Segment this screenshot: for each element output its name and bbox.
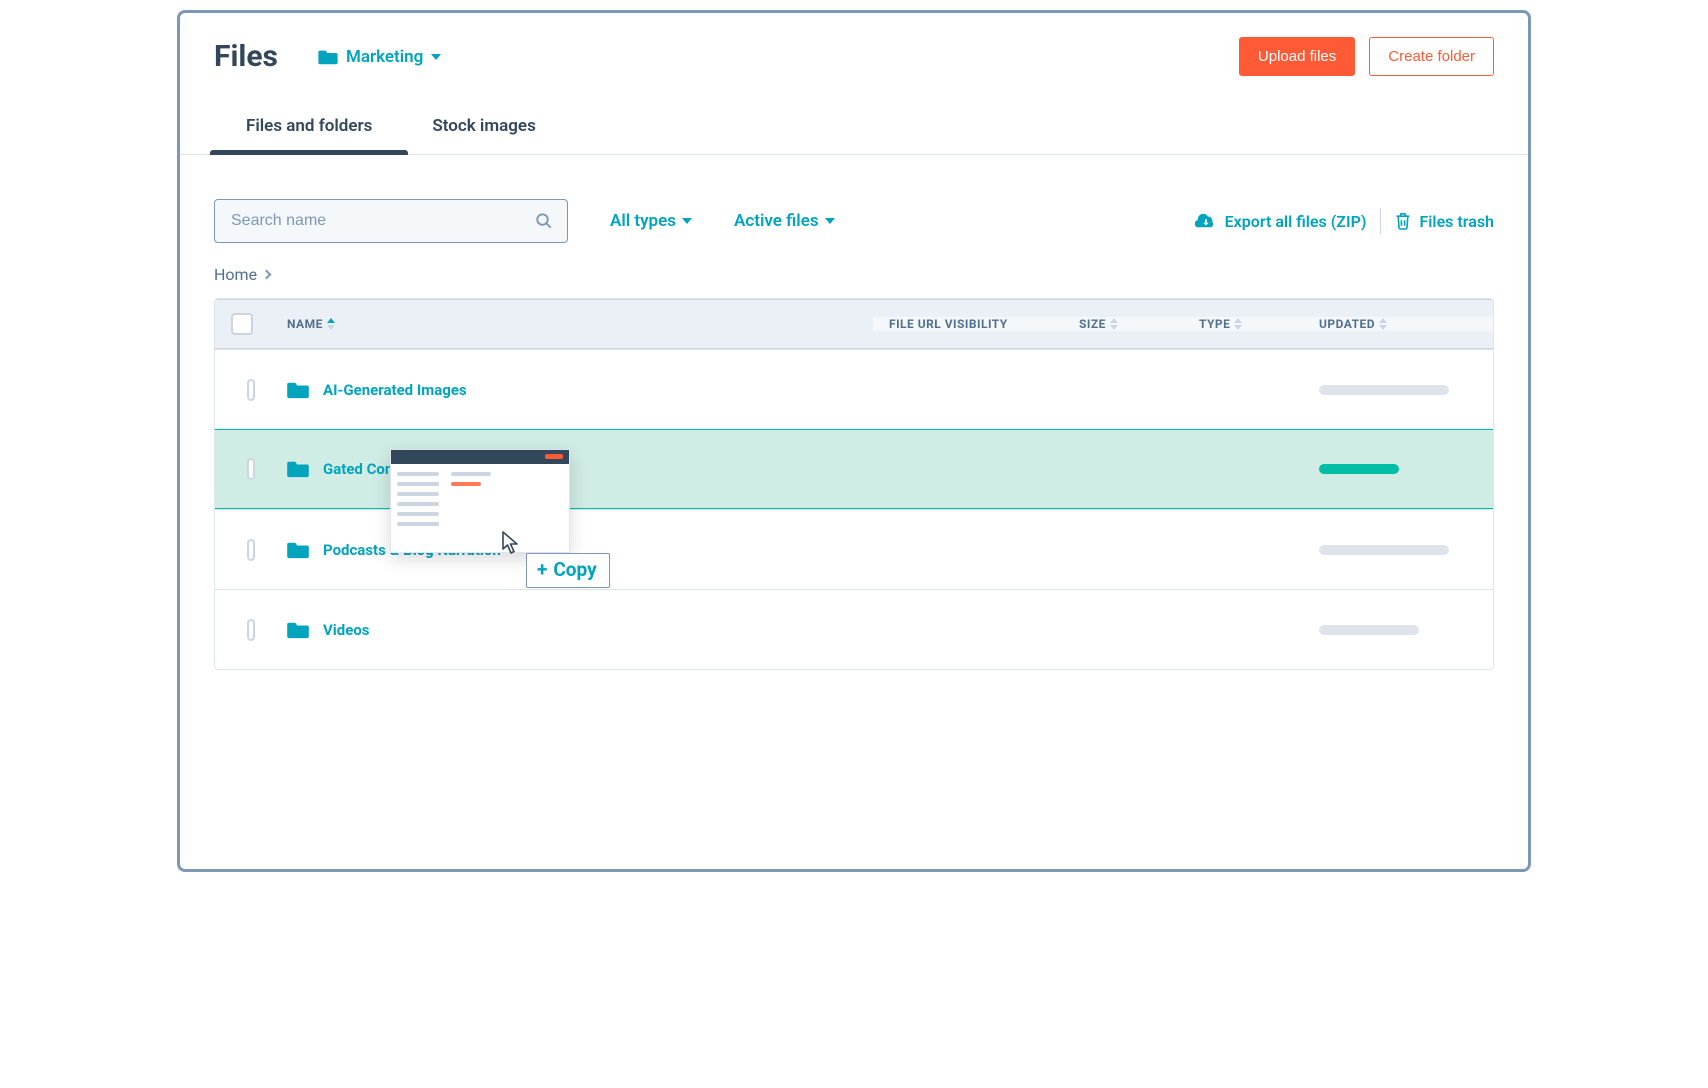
filter-status[interactable]: Active files [734,211,835,231]
column-updated-label: UPDATED [1319,317,1375,331]
app-window: Files Marketing Upload files Create fold… [177,10,1531,872]
search-icon [535,212,553,230]
row-checkbox[interactable] [247,539,255,561]
table-header: NAME FILE URL VISIBILITY SIZE TYPE UPDAT… [215,299,1493,349]
sort-icon [327,318,335,330]
drag-preview-thumbnail [390,449,570,553]
toolbar-left: All types Active files [214,199,835,243]
column-visibility[interactable]: FILE URL VISIBILITY [873,317,1063,331]
chevron-down-icon [431,54,441,60]
table-row[interactable]: Videos [215,589,1493,669]
folder-icon [287,460,309,478]
chevron-down-icon [825,218,835,224]
row-checkbox[interactable] [247,379,255,401]
search-input-wrap[interactable] [214,199,568,243]
page-title: Files [214,39,278,74]
filter-status-label: Active files [734,211,819,231]
trash-icon [1395,212,1411,230]
row-checkbox[interactable] [247,619,255,641]
folder-name: AI-Generated Images [323,381,467,399]
header-right: Upload files Create folder [1239,37,1494,76]
column-size[interactable]: SIZE [1063,317,1183,331]
sort-icon [1110,318,1118,330]
column-type-label: TYPE [1199,317,1230,331]
folder-icon [318,49,338,65]
placeholder-skeleton [1319,385,1449,395]
row-name-cell[interactable]: Videos [271,621,873,639]
files-trash-action[interactable]: Files trash [1395,212,1494,231]
column-name-label: NAME [287,317,323,331]
current-folder-label: Marketing [346,47,423,67]
sort-icon [1379,318,1387,330]
header: Files Marketing Upload files Create fold… [180,13,1528,76]
toolbar-right: Export all files (ZIP) Files trash [1195,208,1494,234]
drag-copy-label: Copy [553,558,596,581]
separator [1380,208,1381,234]
breadcrumb: Home [180,265,1528,298]
search-input[interactable] [229,211,535,231]
table-row[interactable]: AI-Generated Images [215,349,1493,429]
column-updated[interactable]: UPDATED [1303,317,1493,331]
tab-stock-images[interactable]: Stock images [432,116,535,154]
folder-icon [287,621,309,639]
header-left: Files Marketing [214,39,441,74]
select-all-checkbox[interactable] [231,313,253,335]
export-all-action[interactable]: Export all files (ZIP) [1195,212,1367,231]
chevron-down-icon [682,218,692,224]
toolbar: All types Active files Export all files … [180,155,1528,265]
column-size-label: SIZE [1079,317,1106,331]
placeholder-skeleton [1319,464,1399,474]
export-all-label: Export all files (ZIP) [1225,212,1367,231]
filter-types[interactable]: All types [610,211,692,231]
tab-files-and-folders[interactable]: Files and folders [246,116,372,154]
cursor-icon [502,531,520,555]
row-checkbox[interactable] [247,458,255,480]
column-name[interactable]: NAME [271,317,873,331]
create-folder-button[interactable]: Create folder [1369,37,1494,76]
placeholder-skeleton [1319,545,1449,555]
placeholder-skeleton [1319,625,1419,635]
filter-types-label: All types [610,211,676,231]
sort-icon [1234,318,1242,330]
drag-copy-tooltip: + Copy [526,553,610,588]
row-name-cell[interactable]: Gated Cont [271,460,873,478]
current-folder-picker[interactable]: Marketing [318,47,441,67]
column-type[interactable]: TYPE [1183,317,1303,331]
row-name-cell[interactable]: AI-Generated Images [271,381,873,399]
folder-icon [287,541,309,559]
cloud-download-icon [1195,212,1217,230]
breadcrumb-home[interactable]: Home [214,265,257,284]
files-trash-label: Files trash [1419,212,1494,231]
folder-name: Videos [323,621,370,639]
folder-icon [287,381,309,399]
folder-name: Gated Cont [323,460,398,478]
tabs: Files and folders Stock images [180,76,1528,155]
upload-files-button[interactable]: Upload files [1239,37,1355,76]
chevron-right-icon [262,270,272,280]
column-checkbox [215,313,271,335]
plus-icon: + [537,558,547,581]
